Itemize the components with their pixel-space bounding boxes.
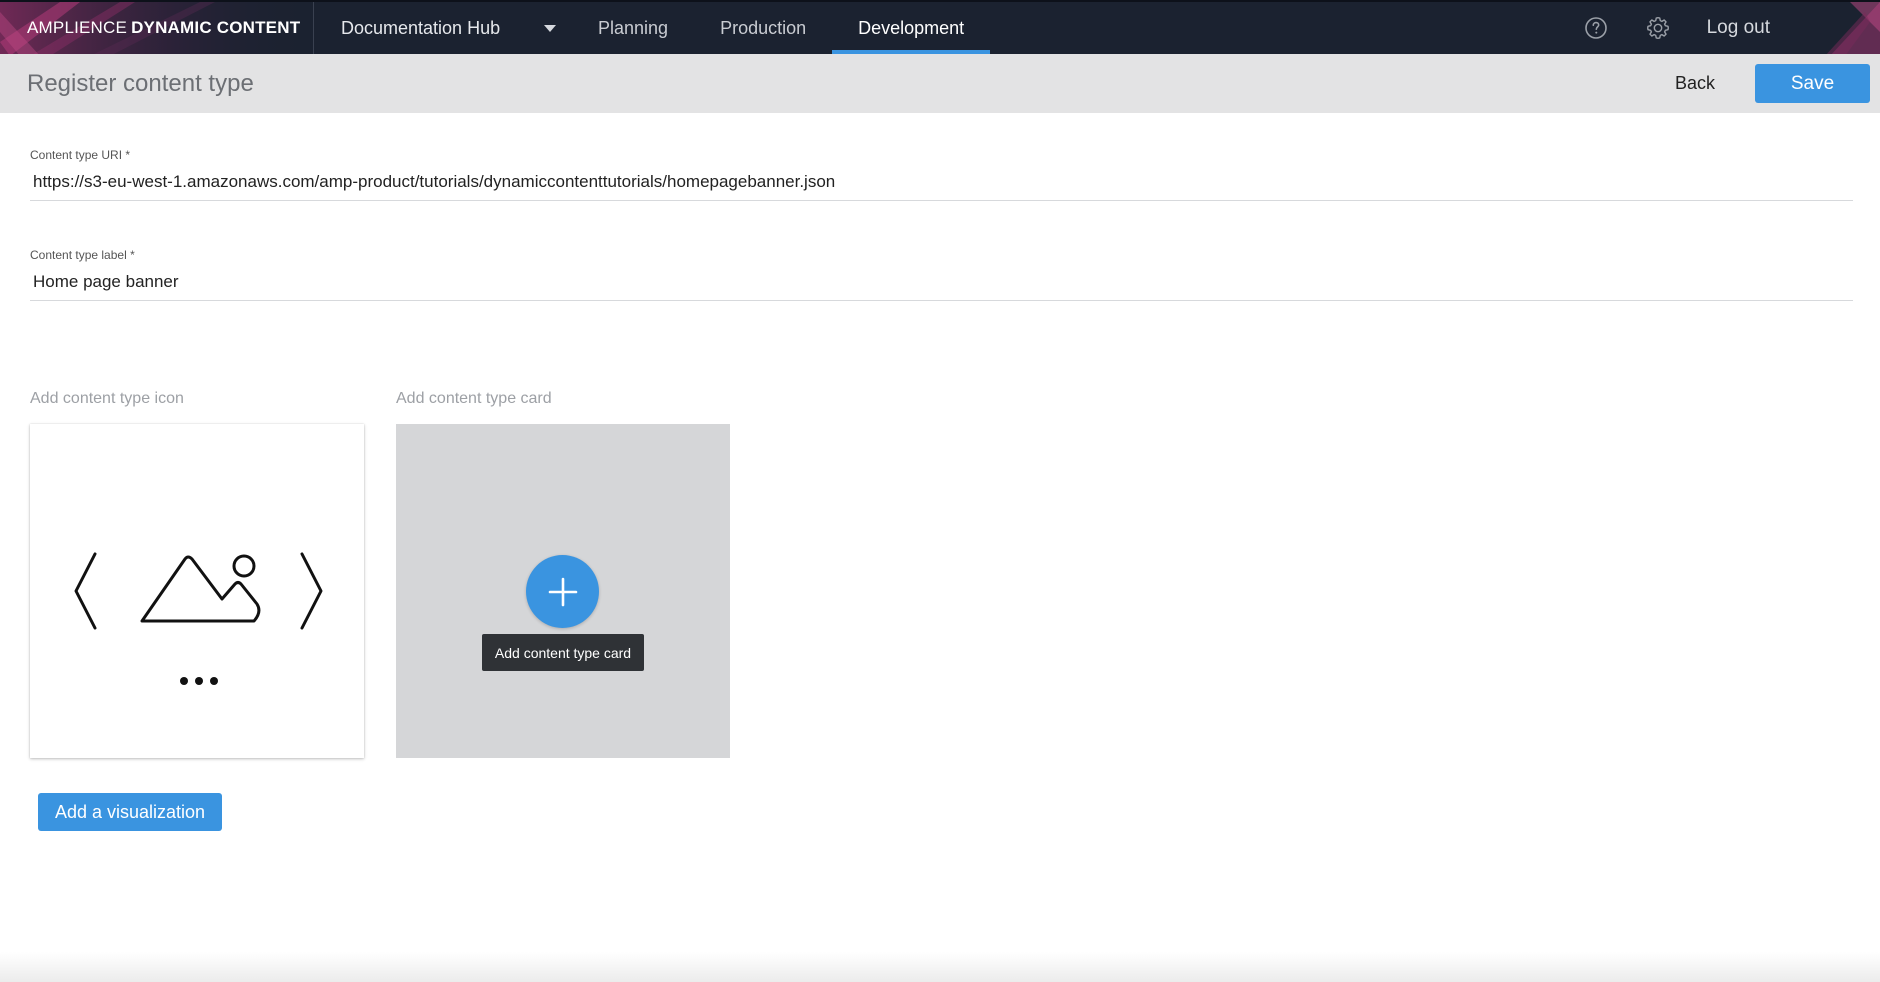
logout-label: Log out: [1706, 17, 1770, 38]
gear-icon: [1646, 17, 1669, 39]
page-header: Register content type Back Save: [0, 54, 1880, 113]
hub-selector[interactable]: Documentation Hub: [314, 2, 572, 54]
topbar-actions: Log out: [1565, 2, 1880, 54]
plus-icon: [548, 577, 577, 606]
content-type-label-input[interactable]: Home page banner: [30, 262, 1853, 301]
add-card-button[interactable]: [526, 555, 599, 628]
add-card-tooltip: Add content type card: [482, 634, 644, 671]
help-button[interactable]: [1565, 2, 1627, 54]
content-type-uri-label: Content type URI *: [30, 148, 131, 162]
hub-label: Documentation Hub: [341, 17, 501, 38]
brand-light-text: AMPLIENCE: [27, 18, 128, 37]
tab-planning[interactable]: Planning: [572, 2, 694, 54]
back-button[interactable]: Back: [1660, 54, 1730, 113]
content-type-label-field[interactable]: Content type label * Home page banner: [30, 248, 1853, 301]
card-section-label: Add content type card: [396, 390, 552, 407]
carousel-image-icon: [74, 552, 323, 685]
content-type-card-dropzone[interactable]: Add content type card: [396, 424, 730, 758]
bottom-shadow: [0, 952, 1880, 982]
content-type-icon-card[interactable]: [30, 424, 364, 758]
settings-button[interactable]: [1627, 2, 1689, 54]
content-type-label-label: Content type label *: [30, 248, 135, 262]
brand-logo[interactable]: AMPLIENCE DYNAMIC CONTENT: [0, 2, 314, 54]
tab-label: Development: [858, 17, 965, 38]
top-navigation-bar: AMPLIENCE DYNAMIC CONTENT Documentation …: [0, 0, 1880, 54]
chevron-down-icon[interactable]: [544, 24, 557, 32]
help-icon: [1584, 17, 1607, 39]
brand-strong-text: DYNAMIC CONTENT: [131, 18, 301, 37]
content-type-uri-input[interactable]: https://s3-eu-west-1.amazonaws.com/amp-p…: [30, 162, 1853, 201]
content-type-uri-field[interactable]: Content type URI * https://s3-eu-west-1.…: [30, 148, 1853, 201]
page-title: Register content type: [27, 69, 254, 97]
tab-label: Planning: [598, 17, 669, 38]
add-visualization-button[interactable]: Add a visualization: [38, 793, 222, 831]
save-button[interactable]: Save: [1755, 64, 1870, 103]
tab-production[interactable]: Production: [694, 2, 832, 54]
tab-development[interactable]: Development: [832, 2, 991, 54]
logout-button[interactable]: Log out: [1689, 17, 1880, 39]
icon-section-label: Add content type icon: [30, 390, 184, 407]
tab-label: Production: [720, 17, 807, 38]
